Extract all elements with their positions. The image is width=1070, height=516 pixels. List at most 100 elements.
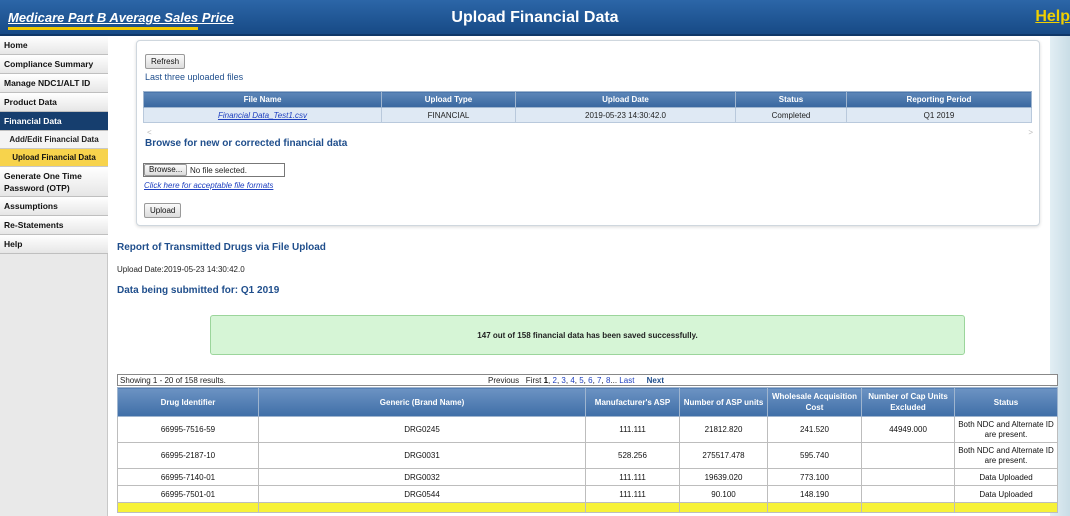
last-files-heading: Last three uploaded files bbox=[145, 72, 244, 82]
report-upload-date: Upload Date:2019-05-23 14:30:42.0 bbox=[117, 265, 245, 274]
col-status[interactable]: Status bbox=[735, 91, 847, 108]
sidebar-item-manage-ndc[interactable]: Manage NDC1/ALT ID bbox=[0, 74, 108, 93]
status-cell bbox=[954, 502, 1058, 513]
col-upload-date[interactable]: Upload Date bbox=[515, 91, 736, 108]
upload-button[interactable]: Upload bbox=[144, 203, 182, 218]
col-reporting-period[interactable]: Reporting Period bbox=[846, 91, 1032, 108]
file-input[interactable]: Browse... No file selected. bbox=[143, 163, 285, 177]
asp-cell: 111.111 bbox=[585, 485, 680, 503]
cap-units-cell bbox=[861, 468, 955, 486]
table-row: 66995-2187-10 DRG0031 528.256 275517.478… bbox=[117, 442, 1058, 469]
sidebar-item-compliance-summary[interactable]: Compliance Summary bbox=[0, 55, 108, 74]
col-status[interactable]: Status bbox=[954, 387, 1058, 417]
status-cell: Data Uploaded bbox=[954, 485, 1058, 503]
cap-units-cell bbox=[861, 485, 955, 503]
generic-cell: DRG0245 bbox=[258, 416, 586, 443]
period-cell: Q1 2019 bbox=[846, 107, 1032, 123]
asp-units-cell bbox=[679, 502, 768, 513]
results-count: Showing 1 - 20 of 158 results. bbox=[120, 376, 226, 385]
app-header: Medicare Part B Average Sales Price Uplo… bbox=[0, 0, 1070, 36]
drug-id-cell: 66995-7501-01 bbox=[117, 485, 259, 503]
col-manufacturer-asp[interactable]: Manufacturer's ASP bbox=[585, 387, 680, 417]
asp-cell: 528.256 bbox=[585, 442, 680, 469]
drug-id-cell: 66995-7516-59 bbox=[117, 416, 259, 443]
wac-cell: 595.740 bbox=[767, 442, 862, 469]
col-upload-type[interactable]: Upload Type bbox=[381, 91, 516, 108]
page-title: Upload Financial Data bbox=[451, 9, 619, 26]
col-asp-units[interactable]: Number of ASP units bbox=[679, 387, 768, 417]
status-cell: Both NDC and Alternate ID are present. bbox=[954, 416, 1058, 443]
asp-units-cell: 275517.478 bbox=[679, 442, 768, 469]
sidebar-item-home[interactable]: Home bbox=[0, 36, 108, 55]
wac-cell: 241.520 bbox=[767, 416, 862, 443]
col-file-name[interactable]: File Name bbox=[143, 91, 382, 108]
upload-type-cell: FINANCIAL bbox=[381, 107, 516, 123]
generic-cell bbox=[258, 502, 586, 513]
success-message: 147 out of 158 financial data has been s… bbox=[210, 315, 965, 355]
table-row: 66995-7516-59 DRG0245 111.111 21812.820 … bbox=[117, 416, 1058, 443]
wac-cell bbox=[767, 502, 862, 513]
sidebar-subitem-upload-financial[interactable]: Upload Financial Data bbox=[0, 149, 108, 167]
generic-cell: DRG0544 bbox=[258, 485, 586, 503]
upload-date-cell: 2019-05-23 14:30:42.0 bbox=[515, 107, 736, 123]
last-link[interactable]: Last bbox=[619, 376, 634, 385]
sidebar-item-generate-otp[interactable]: Generate One Time Password (OTP) bbox=[0, 167, 108, 197]
refresh-button[interactable]: Refresh bbox=[145, 54, 186, 69]
sidebar-item-financial-data[interactable]: Financial Data bbox=[0, 112, 108, 131]
col-generic-brand[interactable]: Generic (Brand Name) bbox=[258, 387, 586, 417]
wac-cell: 773.100 bbox=[767, 468, 862, 486]
table-row: Financial Data_Test1.csv FINANCIAL 2019-… bbox=[143, 107, 1032, 123]
cap-units-cell: 44949.000 bbox=[861, 416, 955, 443]
previous-link[interactable]: Previous bbox=[488, 376, 519, 385]
status-cell: Completed bbox=[735, 107, 847, 123]
drug-table: Drug Identifier Generic (Brand Name) Man… bbox=[117, 387, 1058, 513]
page-link[interactable]: 6 bbox=[588, 376, 592, 385]
selected-file-text: No file selected. bbox=[190, 166, 247, 175]
drug-id-cell bbox=[117, 502, 259, 513]
status-cell: Data Uploaded bbox=[954, 468, 1058, 486]
sidebar-item-assumptions[interactable]: Assumptions bbox=[0, 197, 108, 216]
sidebar-subitem-add-edit-financial[interactable]: Add/Edit Financial Data bbox=[0, 131, 108, 149]
scroll-left-arrow[interactable]: < bbox=[147, 128, 152, 137]
sidebar-item-help[interactable]: Help bbox=[0, 235, 108, 254]
col-cap-units-excluded[interactable]: Number of Cap Units Excluded bbox=[861, 387, 955, 417]
page-link[interactable]: 5 bbox=[579, 376, 583, 385]
page-link[interactable]: 4 bbox=[570, 376, 574, 385]
page-link[interactable]: 3 bbox=[561, 376, 565, 385]
help-link[interactable]: Help bbox=[1035, 8, 1070, 26]
uploaded-files-table: File Name Upload Type Upload Date Status… bbox=[143, 91, 1032, 123]
sidebar-item-product-data[interactable]: Product Data bbox=[0, 93, 108, 112]
file-name-link[interactable]: Financial Data_Test1.csv bbox=[218, 111, 307, 120]
generic-cell: DRG0032 bbox=[258, 468, 586, 486]
drug-id-cell: 66995-2187-10 bbox=[117, 442, 259, 469]
horizontal-scrollbar[interactable]: < > bbox=[147, 128, 1033, 137]
asp-cell: 111.111 bbox=[585, 416, 680, 443]
table-row-highlighted bbox=[117, 502, 1058, 513]
next-link[interactable]: Next bbox=[647, 376, 664, 385]
cap-units-cell bbox=[861, 502, 955, 513]
status-cell: Both NDC and Alternate ID are present. bbox=[954, 442, 1058, 469]
col-wholesale-cost[interactable]: Wholesale Acquisition Cost bbox=[767, 387, 862, 417]
cap-units-cell bbox=[861, 442, 955, 469]
drug-id-cell: 66995-7140-01 bbox=[117, 468, 259, 486]
browse-heading: Browse for new or corrected financial da… bbox=[145, 138, 348, 149]
browse-button[interactable]: Browse... bbox=[144, 164, 188, 176]
generic-cell: DRG0031 bbox=[258, 442, 586, 469]
table-row: 66995-7501-01 DRG0544 111.111 90.100 148… bbox=[117, 485, 1058, 503]
report-heading: Report of Transmitted Drugs via File Upl… bbox=[117, 242, 326, 253]
pagination-links: Previous First 1, 2, 3, 4, 5, 6, 7, 8...… bbox=[488, 376, 664, 385]
sidebar-item-re-statements[interactable]: Re-Statements bbox=[0, 216, 108, 235]
current-page: 1 bbox=[543, 376, 549, 385]
asp-units-cell: 21812.820 bbox=[679, 416, 768, 443]
sidebar-nav: Home Compliance Summary Manage NDC1/ALT … bbox=[0, 36, 108, 516]
file-formats-link[interactable]: Click here for acceptable file formats bbox=[144, 181, 273, 190]
asp-cell bbox=[585, 502, 680, 513]
first-link[interactable]: First bbox=[526, 376, 542, 385]
asp-units-cell: 19639.020 bbox=[679, 468, 768, 486]
scroll-right-arrow[interactable]: > bbox=[1028, 128, 1033, 137]
page-link[interactable]: 7 bbox=[597, 376, 601, 385]
page-ellipsis: ... bbox=[610, 376, 618, 385]
page-link[interactable]: 2 bbox=[553, 376, 557, 385]
col-drug-identifier[interactable]: Drug Identifier bbox=[117, 387, 259, 417]
asp-units-cell: 90.100 bbox=[679, 485, 768, 503]
